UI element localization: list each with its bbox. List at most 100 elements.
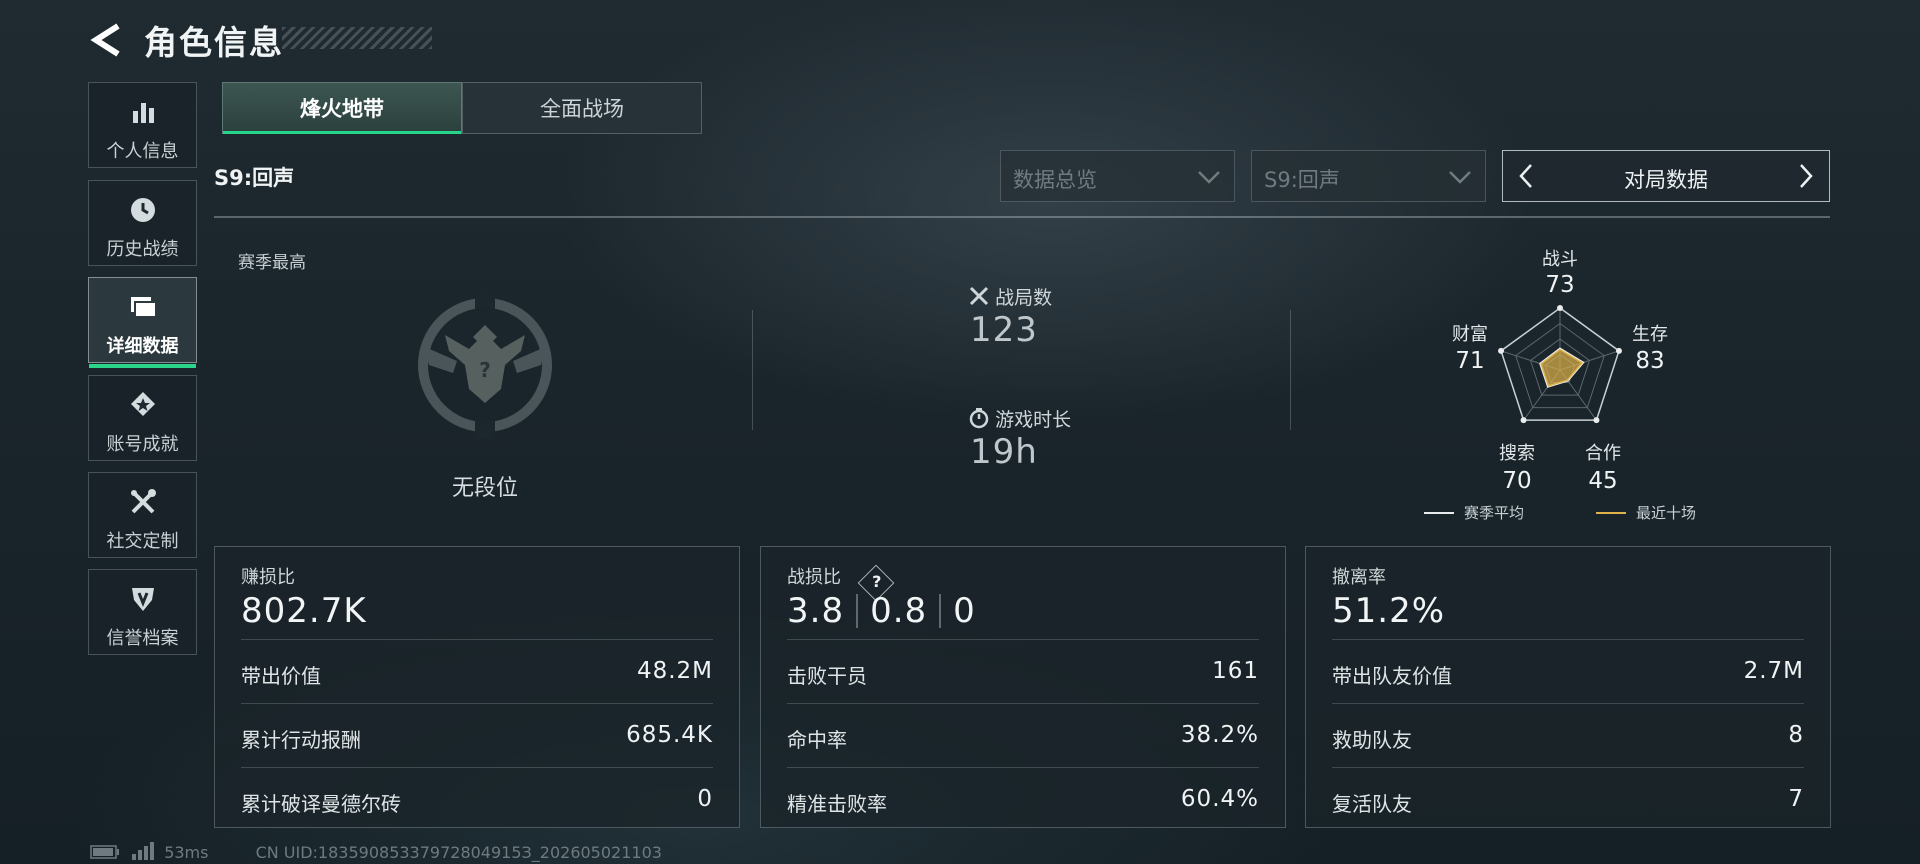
rank-value: 无段位 — [451, 476, 518, 501]
radar-axis-dot — [1593, 417, 1600, 424]
achievement-icon — [89, 390, 196, 420]
stat-value: 48.2M — [636, 658, 713, 684]
stat-label: 精准击败率 — [787, 792, 887, 816]
nav-item-reputation[interactable]: 信誉档案 — [88, 569, 197, 655]
stat-label: 救助队友 — [1332, 728, 1412, 752]
legend-swatch — [1424, 512, 1454, 514]
stat-value: 7 — [1788, 786, 1804, 812]
stats-pager: 对局数据 — [1502, 150, 1830, 202]
nav-item-label: 信誉档案 — [106, 628, 179, 649]
radar-value-combat: 73 — [1545, 272, 1575, 298]
signal-icon — [132, 842, 155, 860]
section-divider — [214, 216, 1830, 218]
eagle-emblem-icon: ? — [418, 291, 552, 439]
kd-values: 3.8 0.8 0 — [787, 591, 976, 631]
status-footer: 53ms CN UID:18359085337972804915З_202605… — [90, 842, 662, 862]
stat-value: 38.2% — [1180, 722, 1259, 748]
page-title: 角色信息 — [144, 23, 284, 62]
stat-label: 击败干员 — [787, 664, 867, 688]
stat-value: 685.4K — [626, 722, 713, 748]
legend-recent-ten: 最近十场 — [1596, 502, 1696, 523]
stat-value: 8 — [1788, 722, 1804, 748]
stat-label: 累计破译曼德尔砖 — [241, 792, 401, 816]
nav-item-social[interactable]: 社交定制 — [88, 472, 197, 558]
stat-row: 带出队友价值 2.7M — [1332, 639, 1804, 704]
season-dropdown[interactable]: S9:回声 — [1251, 150, 1486, 202]
nav-item-label: 历史战绩 — [106, 239, 179, 260]
stat-row: 精准击败率 60.4% — [787, 767, 1259, 832]
radar-value-cooperation: 45 — [1588, 468, 1618, 494]
nav-item-achievements[interactable]: 账号成就 — [88, 375, 197, 461]
stat-value: 0 — [697, 786, 713, 812]
stat-label: 累计行动报酬 — [241, 728, 361, 752]
radar-value-wealth: 71 — [1455, 348, 1485, 374]
rank-label: 赛季最高 — [238, 253, 306, 273]
radar-value-survival: 83 — [1635, 348, 1665, 374]
column-divider — [1290, 310, 1291, 430]
dropdown-value: S9:回声 — [1264, 168, 1340, 192]
stat-value: 60.4% — [1180, 786, 1259, 812]
nav-item-label: 账号成就 — [106, 434, 179, 455]
radar-label-search: 搜索 — [1499, 443, 1535, 464]
radar-axis-dot — [1557, 305, 1563, 311]
radar-label-survival: 生存 — [1632, 324, 1668, 345]
playtime-label: 游戏时长 — [995, 409, 1072, 431]
nav-item-label: 个人信息 — [106, 141, 179, 162]
nav-item-label: 详细数据 — [106, 336, 179, 357]
kd-value-1: 3.8 — [787, 591, 845, 631]
radar-label-combat: 战斗 — [1542, 249, 1578, 270]
tools-icon — [89, 487, 196, 517]
chevron-left-icon — [90, 23, 120, 57]
card-title: 撤离率 — [1332, 567, 1386, 588]
value-separator — [939, 594, 942, 628]
data-type-dropdown[interactable]: 数据总览 — [1000, 150, 1235, 202]
shield-icon — [89, 584, 196, 614]
tab-full-battlefield[interactable]: 全面战场 — [462, 82, 702, 134]
pager-next-button[interactable] — [1791, 161, 1819, 191]
stat-row: 击败干员 161 — [787, 639, 1259, 704]
card-value: 51.2% — [1332, 591, 1446, 631]
radar-axis-dot — [1520, 417, 1527, 424]
stat-value: 2.7M — [1743, 658, 1804, 684]
radar-recent-ten — [1540, 348, 1584, 387]
stat-label: 复活队友 — [1332, 792, 1412, 816]
rank-emblem: ? — [405, 285, 565, 445]
matches-label: 战局数 — [995, 287, 1053, 309]
playtime-value: 19h — [970, 432, 1038, 472]
radar-label-cooperation: 合作 — [1585, 443, 1621, 464]
nav-item-label: 社交定制 — [106, 531, 179, 552]
kd-value-3: 0 — [953, 591, 976, 631]
clock-icon — [89, 195, 196, 225]
kd-value-2: 0.8 — [870, 591, 928, 631]
crossed-swords-icon — [969, 286, 989, 306]
nav-item-history[interactable]: 历史战绩 — [88, 180, 197, 266]
card-title: 赚损比 — [241, 567, 295, 588]
stopwatch-icon — [969, 408, 989, 429]
stat-row: 累计破译曼德尔砖 0 — [241, 767, 713, 832]
season-label: S9:回声 — [214, 166, 295, 190]
stat-label: 带出队友价值 — [1332, 664, 1452, 688]
radar-label-wealth: 财富 — [1452, 324, 1488, 345]
legend-season-average: 赛季平均 — [1424, 502, 1524, 523]
stat-row: 命中率 38.2% — [787, 703, 1259, 768]
chevron-right-icon — [1800, 164, 1813, 188]
matches-stat: 战局数 — [968, 283, 1052, 310]
value-separator — [856, 594, 859, 628]
user-uid: CN UID:18359085337972804915З_20260502110… — [255, 843, 662, 862]
extract-card: 撤离率 51.2% 带出队友价值 2.7M 救助队友 8 复活队友 7 — [1305, 546, 1831, 828]
kd-card: 战损比 ? 3.8 0.8 0 击败干员 161 命中率 38.2% 精准击败率 6… — [760, 546, 1286, 828]
tab-warzone[interactable]: 烽火地带 — [222, 82, 462, 134]
legend-swatch — [1596, 512, 1626, 514]
stat-row: 累计行动报酬 685.4K — [241, 703, 713, 768]
ping-value: 53ms — [164, 843, 209, 862]
battery-icon — [90, 845, 119, 859]
title-decoration — [282, 27, 432, 49]
legend-label: 赛季平均 — [1464, 504, 1525, 522]
bar-chart-icon — [89, 97, 196, 127]
stat-value: 161 — [1212, 658, 1259, 684]
nav-item-personal-info[interactable]: 个人信息 — [88, 82, 197, 168]
nav-item-detailed-data[interactable]: 详细数据 — [88, 277, 197, 368]
matches-value: 123 — [970, 310, 1038, 350]
stat-row: 复活队友 7 — [1332, 767, 1804, 832]
back-button[interactable] — [88, 20, 128, 60]
